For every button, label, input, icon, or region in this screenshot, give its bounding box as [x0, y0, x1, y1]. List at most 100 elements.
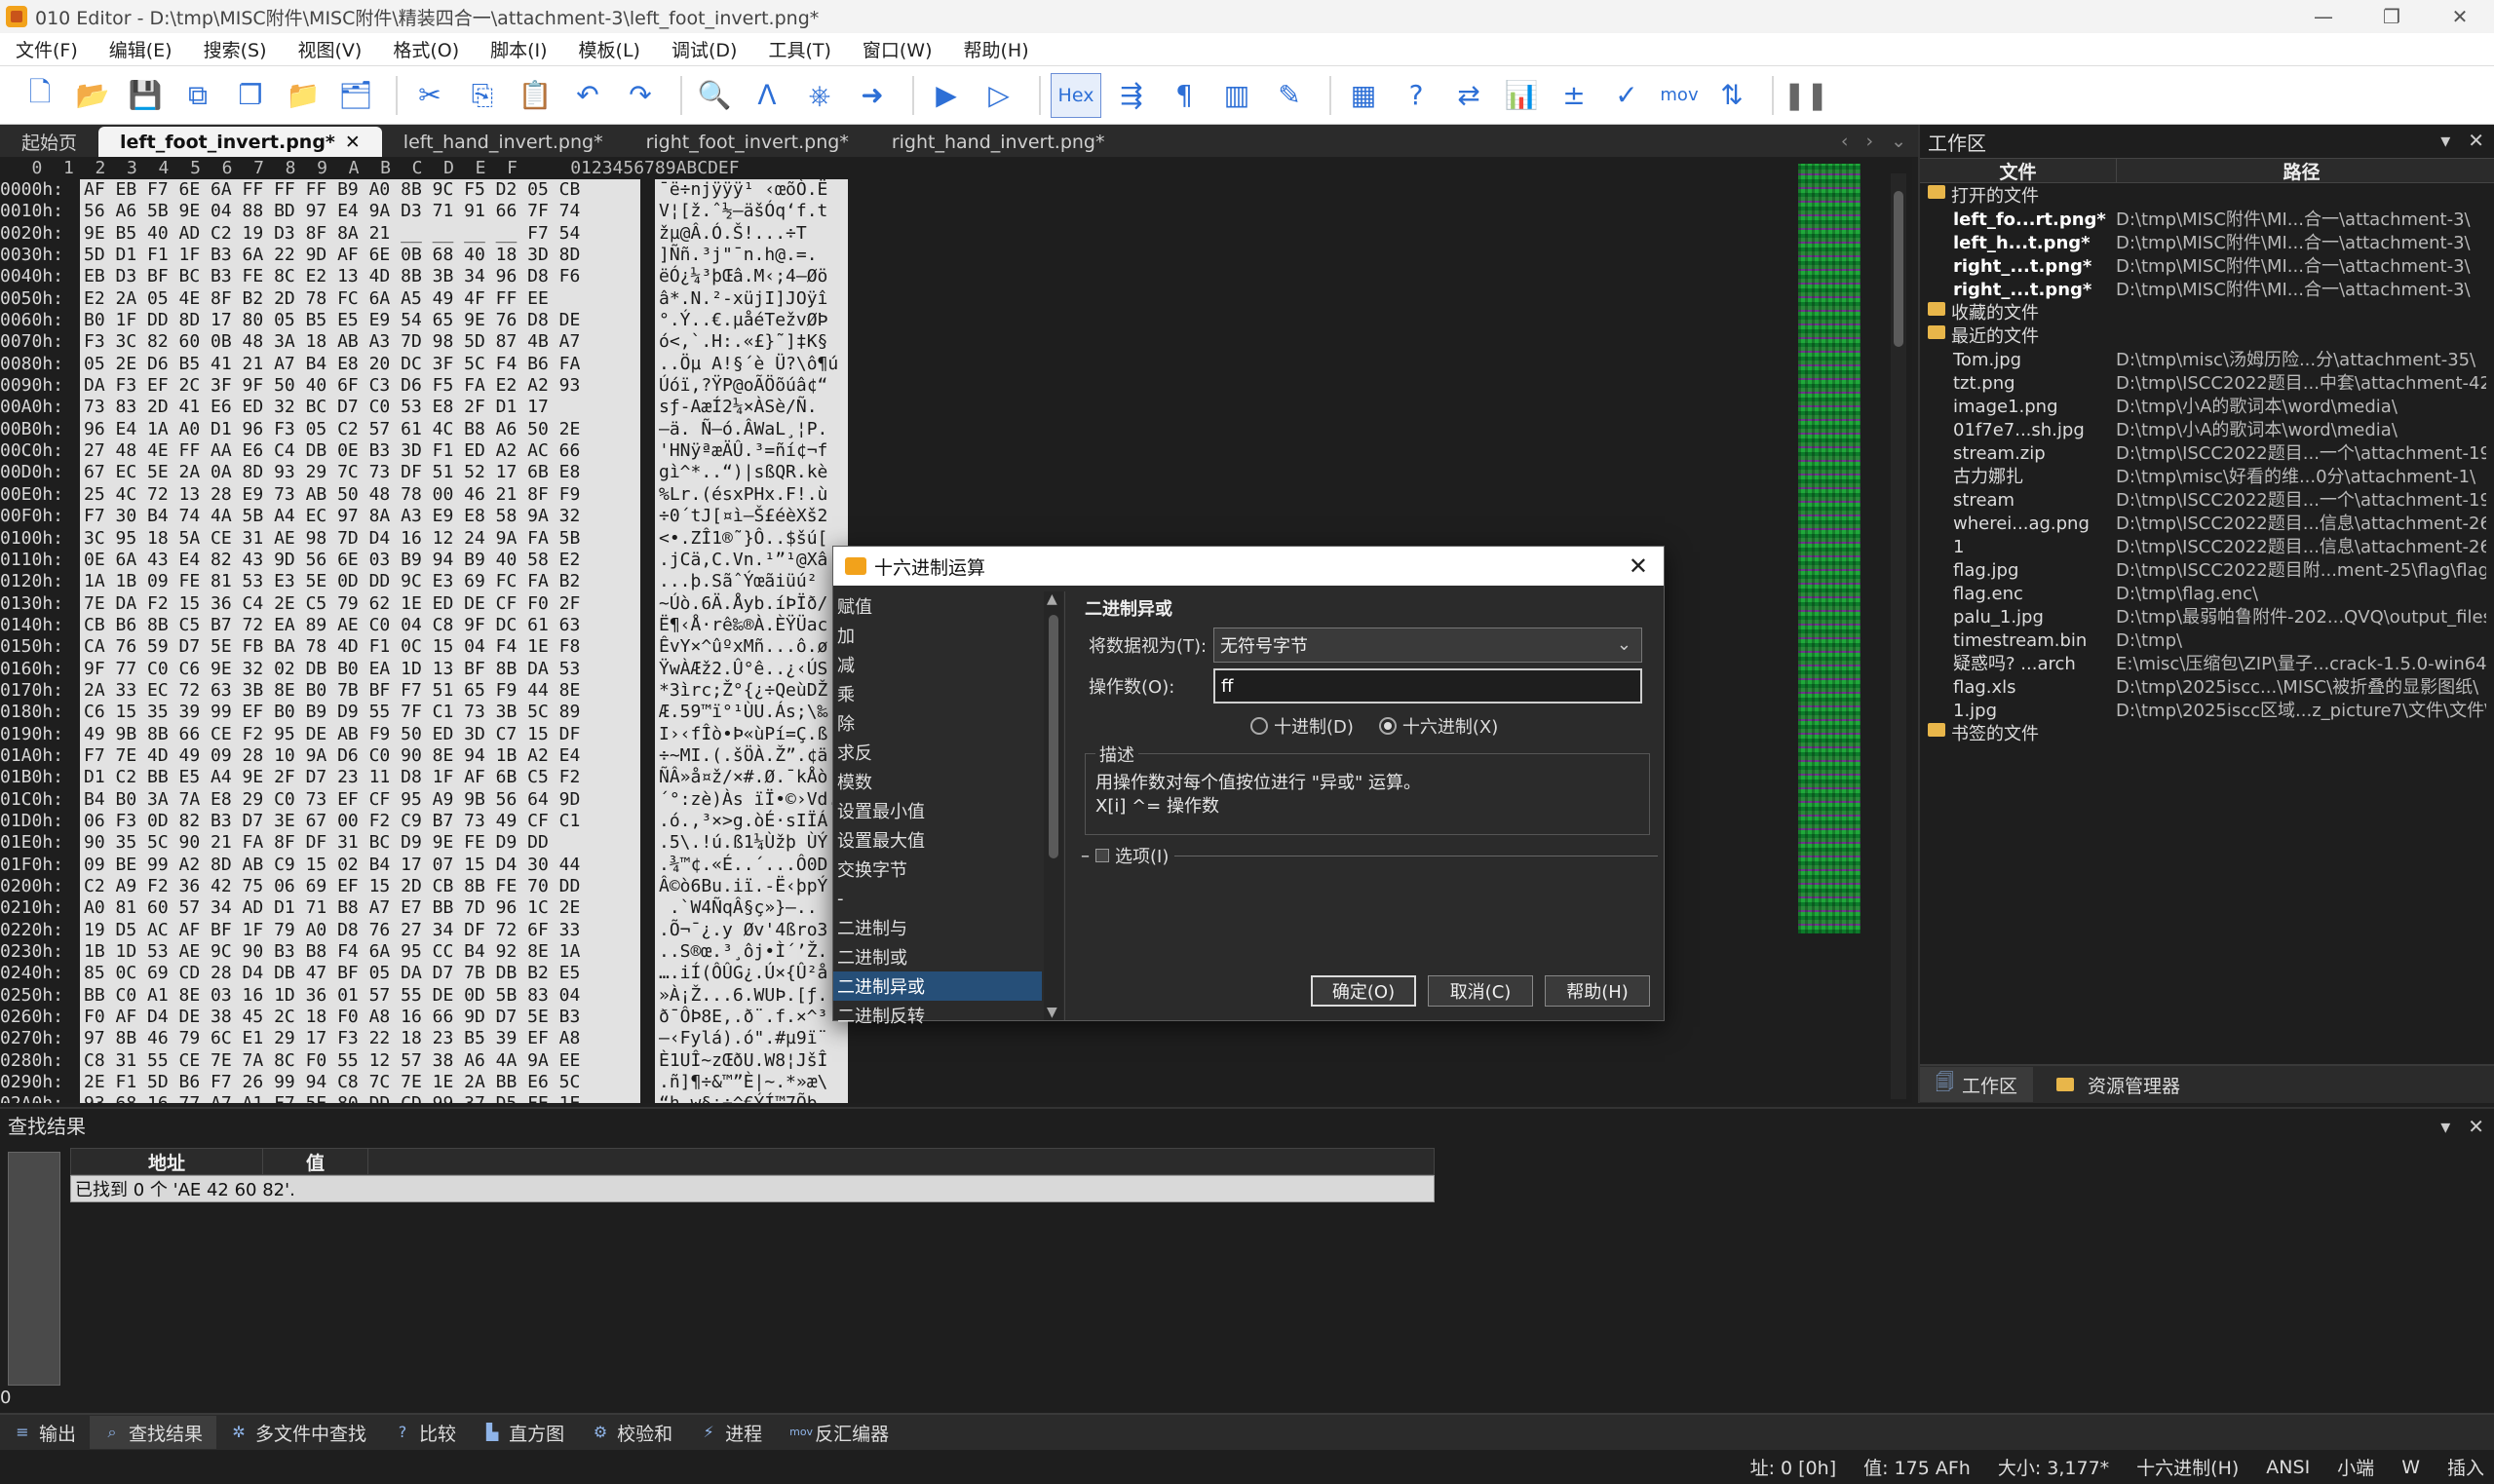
ascii-row[interactable]: *3ìrc;Ž°{¿÷QeùDŽ — [659, 680, 848, 702]
workspace-file-row[interactable]: image1.png D:\tmp\小A的歌词本\word\media\ — [1920, 396, 2494, 419]
undo-icon[interactable]: ↶ — [565, 73, 610, 118]
hex-mode-button[interactable]: Hex — [1051, 72, 1101, 118]
tab-find-in-files[interactable]: ✲ 多文件中查找 — [216, 1416, 380, 1449]
ascii-row[interactable]: ð¯ÔÞ8E,.ð¨.f.×^³ — [659, 1007, 848, 1028]
hex-operations-icon[interactable]: ✓ — [1604, 73, 1649, 118]
tab-checksum[interactable]: ⚙ 校验和 — [578, 1416, 686, 1449]
tab-prev-icon[interactable]: ‹ — [1841, 131, 1849, 152]
ascii-row[interactable]: .Õ¬¯¿.y Øv'4ßro3 — [659, 920, 848, 941]
menu-format[interactable]: 格式(O) — [377, 36, 475, 62]
save-all-icon[interactable]: ❐ — [228, 73, 273, 118]
workspace-file-row[interactable]: right_...t.png* D:\tmp\MISC附件\MI...合一\att… — [1920, 255, 2494, 279]
radio-hex[interactable]: 十六进制(X) — [1378, 713, 1498, 739]
scroll-thumb[interactable] — [1049, 615, 1058, 858]
ascii-row[interactable]: 'HNÿªæÄÛ.³=ñí¢¬f — [659, 440, 848, 462]
checksum-icon[interactable]: ± — [1552, 73, 1596, 118]
operation-item[interactable]: 二进制与 — [833, 913, 1042, 942]
menu-window[interactable]: 窗口(W) — [847, 36, 948, 62]
status-mode[interactable]: 十六进制(H) — [2136, 1454, 2239, 1480]
panel-menu-icon[interactable]: ▾ — [2440, 1115, 2450, 1138]
group-open-files[interactable]: 打开的文件 — [1920, 185, 2494, 209]
ascii-row[interactable]: ….iÍ(ÔÛG¿.Ú×{Û²å — [659, 963, 848, 984]
menu-debug[interactable]: 调试(D) — [656, 36, 752, 62]
workspace-file-row[interactable]: flag.enc D:\tmp\flag.enc\ — [1920, 583, 2494, 606]
cancel-button[interactable]: 取消(C) — [1428, 975, 1533, 1007]
help-button[interactable]: 帮助(H) — [1545, 975, 1650, 1007]
hex-row[interactable]: 56 A6 5B 9E 04 88 BD 97 E4 9A D3 71 91 6… — [84, 201, 640, 222]
ascii-row[interactable]: gì^*..“)|sßQR.kè — [659, 462, 848, 483]
workspace-file-row[interactable]: wherei...ag.png D:\tmp\ISCC2022题目...信息\at… — [1920, 513, 2494, 536]
find-result-row[interactable]: 已找到 0 个 'AE 42 60 82'. — [70, 1175, 1435, 1202]
inspector-icon[interactable]: ? — [1394, 73, 1439, 118]
ascii-row[interactable]: sƒ-AæÍ2¼×ÀSè/Ñ. — [659, 397, 848, 418]
hex-row[interactable]: 7E DA F2 15 36 C4 2E C5 79 62 1E ED DE C… — [84, 593, 640, 615]
tab-right-foot[interactable]: right_foot_invert.png* — [625, 127, 870, 157]
hex-scrollbar[interactable] — [1891, 173, 1906, 1099]
ascii-row[interactable]: ~Úò.6Ä.Åyb.íÞÏð/ — [659, 593, 848, 615]
hex-row[interactable]: 5D D1 F1 1F B3 6A 22 9D AF 6E 0B 68 40 1… — [84, 245, 640, 266]
pilcrow-icon[interactable]: ¶ — [1162, 73, 1207, 118]
scroll-down-icon[interactable]: ▼ — [1047, 1005, 1057, 1020]
hex-row[interactable]: 9E B5 40 AD C2 19 D3 8F 8A 21 __ __ __ _… — [84, 223, 640, 245]
ascii-row[interactable]: I›‹fÎò•Þ«ùPí=Ç.ß — [659, 724, 848, 745]
workspace-file-row[interactable]: left_fo...rt.png* D:\tmp\MISC附件\MI...合一\a… — [1920, 209, 2494, 232]
operation-item[interactable]: 加 — [833, 621, 1042, 650]
group-bookmarks[interactable]: 书签的文件 — [1920, 723, 2494, 746]
ascii-row[interactable]: Ë¶‹Å·rê‰®À.ÈŸÜac — [659, 615, 848, 636]
cut-icon[interactable]: ✂ — [407, 73, 452, 118]
hex-row[interactable]: 2A 33 EC 72 63 3B 8E B0 7B BF F7 51 65 F… — [84, 680, 640, 702]
ascii-row[interactable]: Úóï,?ŸP@oÃÖõúâ¢“ — [659, 375, 848, 397]
workspace-file-row[interactable]: tzt.png D:\tmp\ISCC2022题目...中套\attachment… — [1920, 372, 2494, 396]
group-recent[interactable]: 最近的文件 — [1920, 325, 2494, 349]
hex-row[interactable]: D1 C2 BB E5 A4 9E 2F D7 23 11 D8 1F AF 6… — [84, 767, 640, 788]
ascii-row[interactable]: .jCä‚C.Vn.¹”¹@Xâ — [659, 550, 848, 571]
base-converter-icon[interactable]: ⇅ — [1709, 73, 1754, 118]
ascii-row[interactable]: ŸwÀÆž2.Û°ê..¿‹ÚS — [659, 659, 848, 680]
hex-row[interactable]: 27 48 4E FF AA E6 C4 DB 0E B3 3D F1 ED A… — [84, 440, 640, 462]
tab-process[interactable]: ⚡ 进程 — [686, 1416, 776, 1449]
hex-row[interactable]: 25 4C 72 13 28 E9 73 AB 50 48 78 00 46 2… — [84, 484, 640, 506]
hex-row[interactable]: 2E F1 5D B6 F7 26 99 94 C8 7C 7E 1E 2A B… — [84, 1072, 640, 1093]
wrap-icon[interactable]: ⇶ — [1109, 73, 1154, 118]
hex-row[interactable]: BB C0 A1 8E 03 16 1D 36 01 57 55 DE 0D 5… — [84, 985, 640, 1007]
find-icon[interactable]: 🔍 — [692, 73, 737, 118]
options-toggle[interactable]: – 选项(I) — [1081, 843, 1658, 868]
hex-row[interactable]: F0 AF D4 DE 38 45 2C 18 F0 A8 16 66 9D D… — [84, 1007, 640, 1028]
ascii-row[interactable]: .¾™¢.«É..´...Ô0D — [659, 855, 848, 876]
tab-close-icon[interactable]: ✕ — [345, 132, 361, 153]
hex-row[interactable]: 06 F3 0D 82 B3 D7 3E 67 00 F2 C9 B7 73 4… — [84, 811, 640, 832]
hex-row[interactable]: F7 30 B4 74 4A 5B A4 EC 97 8A A3 E9 E8 5… — [84, 506, 640, 527]
hex-row[interactable]: C2 A9 F2 36 42 75 06 69 EF 15 2D CB 8B F… — [84, 876, 640, 897]
panel-menu-icon[interactable]: ▾ — [2440, 129, 2450, 152]
ascii-row[interactable]: .ñ]¶÷&™”È|~.*»æ\ — [659, 1072, 848, 1093]
workspace-file-row[interactable]: flag.xls D:\tmp\2025iscc...\MISC\被折叠的显影图纸… — [1920, 676, 2494, 700]
operation-item[interactable]: 二进制异或 — [833, 971, 1042, 1001]
ascii-area[interactable]: ¯ë÷njÿÿÿ¹ ‹œõÒ.Ë V¦[ž.ˆ½—äšÓq‘f.t žµ@­Â.Ó.… — [655, 179, 848, 1103]
hex-row[interactable]: F3 3C 82 60 0B 48 3A 18 AB A3 7D 98 5D 8… — [84, 331, 640, 353]
close-window-button[interactable]: ✕ — [2426, 0, 2494, 33]
panel-close-icon[interactable]: ✕ — [2468, 1115, 2484, 1138]
ascii-row[interactable]: —‹Fylá).ó".#µ9ï¨ — [659, 1028, 848, 1049]
hex-row[interactable]: 09 BE 99 A2 8D AB C9 15 02 B4 17 07 15 D… — [84, 855, 640, 876]
tab-workspace[interactable]: 🗐 工作区 — [1920, 1067, 2033, 1102]
menu-edit[interactable]: 编辑(E) — [94, 36, 188, 62]
ascii-row[interactable]: ÷0´tJ[¤ì—Š£éèXš2 — [659, 506, 848, 527]
menu-search[interactable]: 搜索(S) — [188, 36, 283, 62]
paste-icon[interactable]: 📋 — [513, 73, 557, 118]
hex-row[interactable]: CB B6 8B C5 B7 72 EA 89 AE C0 04 C8 9F D… — [84, 615, 640, 636]
col-value[interactable]: 值 — [262, 1149, 367, 1174]
open-folder-icon[interactable]: 📂 — [70, 73, 115, 118]
hex-row[interactable]: 97 8B 46 79 6C E1 29 17 F3 22 18 23 B5 3… — [84, 1028, 640, 1049]
hex-row[interactable]: B4 B0 3A 7A E8 29 C0 73 EF CF 95 A9 9B 5… — [84, 789, 640, 811]
workspace-file-row[interactable]: palu_1.jpg D:\tmp\最弱帕鲁附件-202...QVQ\output… — [1920, 606, 2494, 629]
replace-icon[interactable]: ꓥ — [745, 73, 789, 118]
tab-histogram[interactable]: ▙ 直方图 — [470, 1416, 578, 1449]
menu-tools[interactable]: 工具(T) — [752, 36, 846, 62]
copy-icon[interactable]: ⎘ — [460, 73, 505, 118]
radio-decimal[interactable]: 十进制(D) — [1250, 713, 1354, 739]
treat-as-select[interactable]: 无符号字节 ⌄ — [1213, 628, 1642, 663]
operation-item[interactable]: 赋值 — [833, 591, 1042, 621]
maximize-button[interactable]: ❐ — [2358, 0, 2426, 33]
operation-item[interactable]: 二进制或 — [833, 942, 1042, 971]
operation-item[interactable]: - — [833, 884, 1042, 913]
